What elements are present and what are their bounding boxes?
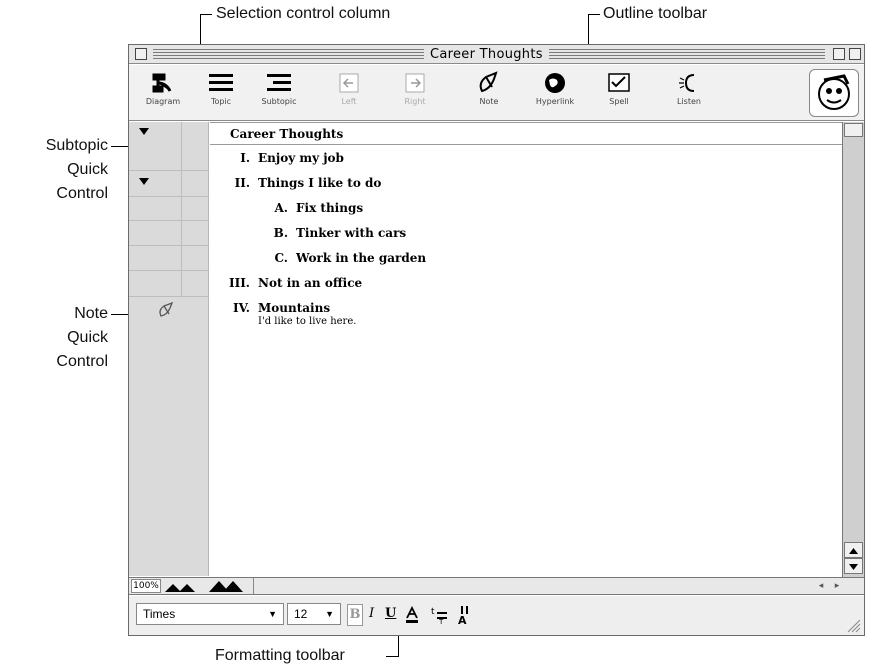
left-button[interactable]: Left xyxy=(319,71,379,117)
diagram-label: Diagram xyxy=(145,97,181,106)
formatting-toolbar: Times ▼ 12 ▼ B I U tT A xyxy=(129,596,864,635)
spell-check-icon xyxy=(608,73,630,92)
outline-number: A. xyxy=(274,201,289,215)
text-color-icon[interactable] xyxy=(405,606,419,624)
font-select[interactable]: Times ▼ xyxy=(136,603,284,625)
outline-pane[interactable]: Career Thoughts I. Enjoy my job II. Thin… xyxy=(210,122,842,576)
outline-text: Mountains xyxy=(258,301,331,315)
close-box[interactable] xyxy=(135,48,147,60)
listen-label: Listen xyxy=(677,97,701,106)
scroll-up-button[interactable] xyxy=(844,542,863,558)
outline-number: I. xyxy=(240,151,250,165)
note-icon xyxy=(479,71,498,93)
outline-text: Not in an office xyxy=(258,276,363,290)
outline-text: Enjoy my job xyxy=(258,151,344,165)
selection-control-column[interactable] xyxy=(129,122,209,576)
font-value: Times xyxy=(143,607,176,621)
topic-button[interactable]: Topic xyxy=(191,71,251,117)
text-style-icon[interactable]: tT xyxy=(429,605,449,625)
topic-label: Topic xyxy=(210,97,232,106)
outline-window: Career Thoughts Diagram Topic Subtopic L… xyxy=(128,44,865,636)
scroll-thumb[interactable] xyxy=(844,123,863,137)
svg-text:A: A xyxy=(458,614,467,626)
outline-number: IV. xyxy=(232,301,250,315)
right-label: Right xyxy=(404,97,426,106)
outline-toolbar: Diagram Topic Subtopic Left Right Note H… xyxy=(129,65,864,121)
zoom-scroll-bar: 100% ◂ ▸ xyxy=(129,577,864,595)
outline-title: Career Thoughts xyxy=(230,127,344,141)
collapse-box[interactable] xyxy=(849,48,861,60)
outline-number: II. xyxy=(234,176,250,190)
outline-number: B. xyxy=(273,226,288,240)
bold-button[interactable]: B xyxy=(347,604,363,626)
chevron-down-icon: ▼ xyxy=(268,609,277,619)
outline-title-row[interactable]: Career Thoughts xyxy=(210,122,842,145)
left-label: Left xyxy=(341,97,357,106)
mascot-icon[interactable] xyxy=(809,69,859,117)
size-select[interactable]: 12 ▼ xyxy=(287,603,341,625)
right-button[interactable]: Right xyxy=(385,71,445,117)
left-arrow-icon xyxy=(339,73,359,93)
spell-label: Spell xyxy=(609,97,629,106)
zoom-in-icon[interactable] xyxy=(207,578,247,594)
callout-selection-column: Selection control column xyxy=(216,5,391,22)
svg-text:t: t xyxy=(431,607,435,617)
size-value: 12 xyxy=(294,607,308,621)
callout-subtopic-quick-control: Subtopic Quick Control xyxy=(45,137,108,202)
spell-button[interactable]: Spell xyxy=(589,71,649,117)
chevron-down-icon: ▼ xyxy=(325,609,334,619)
outline-text: Fix things xyxy=(296,201,364,215)
scroll-left-button[interactable]: ◂ xyxy=(813,579,829,593)
hyperlink-label: Hyperlink xyxy=(535,97,575,106)
outline-text: Tinker with cars xyxy=(296,226,407,240)
zoom-level[interactable]: 100% xyxy=(131,579,161,593)
subtopic-button[interactable]: Subtopic xyxy=(249,71,309,117)
note-label: Note xyxy=(479,97,499,106)
outline-note: I'd like to live here. xyxy=(258,316,357,327)
callout-formatting-toolbar: Formatting toolbar xyxy=(215,647,345,664)
italic-button[interactable]: I xyxy=(369,604,374,624)
subtopic-quick-control-ii[interactable] xyxy=(139,178,149,185)
note-button[interactable]: Note xyxy=(459,71,519,117)
hyperlink-button[interactable]: Hyperlink xyxy=(525,71,585,117)
underline-button[interactable]: U xyxy=(385,604,396,624)
diagram-button[interactable]: Diagram xyxy=(133,71,193,117)
outline-text: Work in the garden xyxy=(296,251,427,265)
subtopic-label: Subtopic xyxy=(261,97,297,106)
resize-grip-icon[interactable] xyxy=(844,616,862,634)
diagram-icon xyxy=(152,73,172,93)
vertical-scrollbar[interactable] xyxy=(842,122,864,577)
note-quick-control-icon[interactable] xyxy=(157,302,175,318)
listen-button[interactable]: Listen xyxy=(659,71,719,117)
font-size-icon[interactable]: A xyxy=(453,604,475,626)
callout-note-quick-control: Note Quick Control xyxy=(56,305,108,370)
outline-number: C. xyxy=(274,251,288,265)
subtopic-icon xyxy=(267,74,291,91)
outline-number: III. xyxy=(228,276,250,290)
zoom-box[interactable] xyxy=(833,48,845,60)
scroll-down-button[interactable] xyxy=(844,558,863,574)
topic-icon xyxy=(209,74,233,91)
callout-outline-toolbar: Outline toolbar xyxy=(603,5,708,22)
scroll-right-button[interactable]: ▸ xyxy=(829,579,845,593)
globe-icon xyxy=(545,73,565,93)
title-bar[interactable]: Career Thoughts xyxy=(129,45,864,64)
listen-icon xyxy=(679,74,695,92)
window-title: Career Thoughts xyxy=(424,46,549,63)
outline-text: Things I like to do xyxy=(258,176,382,190)
svg-text:T: T xyxy=(438,618,444,625)
zoom-out-icon[interactable] xyxy=(163,580,203,594)
right-arrow-icon xyxy=(405,73,425,93)
subtopic-quick-control-title[interactable] xyxy=(139,128,149,135)
